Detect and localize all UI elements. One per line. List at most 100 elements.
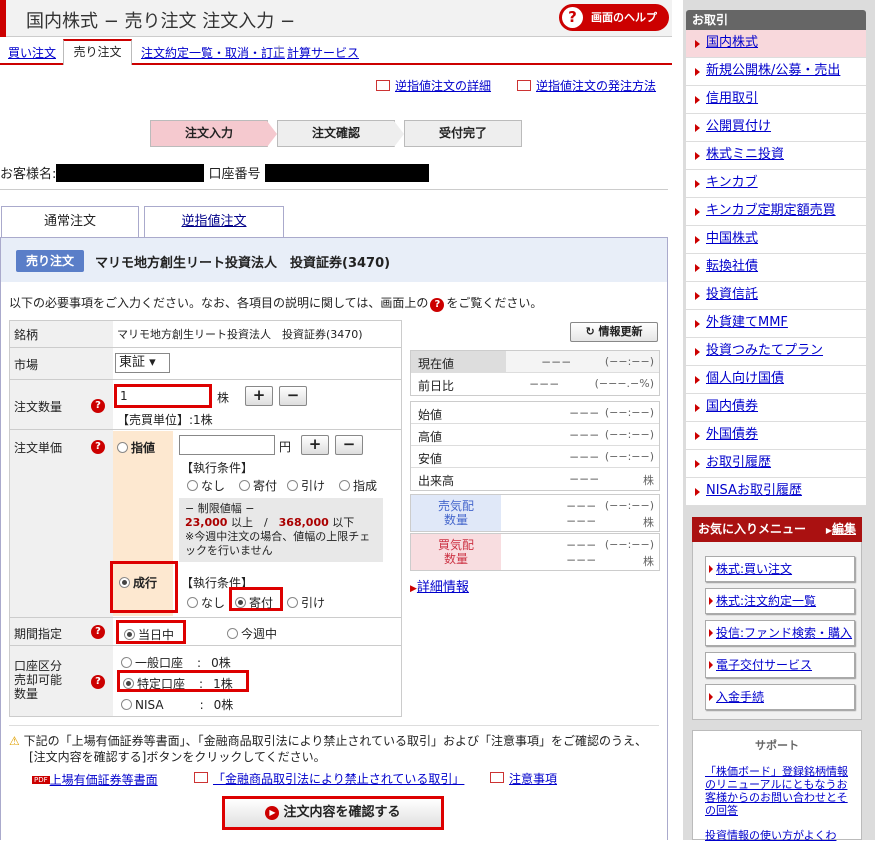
sidebar-item-kinkabu-regular[interactable]: キンカブ定期定額売買 xyxy=(686,198,866,226)
listed-doc-link[interactable]: PDF 上場有価証券等書面 xyxy=(32,771,158,788)
colon: : xyxy=(197,656,202,670)
sell-quote-qty: −−− xyxy=(566,514,597,528)
sidebar-item-domestic-bond[interactable]: 国内債券 xyxy=(686,394,866,422)
sidebar-item-tsumitate[interactable]: 投資つみたてプラン xyxy=(686,338,866,366)
tab-sell-order[interactable]: 売り注文 xyxy=(63,39,132,65)
sidebar-item-kinkabu[interactable]: キンカブ xyxy=(686,170,866,198)
radio-icon xyxy=(117,442,128,453)
market-cond-open-radio[interactable]: 寄付 xyxy=(229,587,283,611)
caution-label[interactable]: 注意事項 xyxy=(509,772,557,786)
reverse-order-howto-label[interactable]: 逆指値注文の発注方法 xyxy=(536,79,656,93)
confirm-order-button[interactable]: ▶ 注文内容を確認する xyxy=(222,796,444,830)
low-label: 安値 xyxy=(418,452,443,466)
low-row: 安値 −−− (−−:−−) xyxy=(411,446,659,468)
tab-normal-order[interactable]: 通常注文 xyxy=(1,206,139,238)
tab-order-list[interactable]: 注文約定一覧・取消・訂正 xyxy=(141,44,285,61)
reverse-order-detail-link[interactable]: 逆指値注文の詳細 xyxy=(376,77,491,94)
window-icon xyxy=(194,772,208,783)
arrow-icon: ▶ xyxy=(410,584,417,594)
help-question-icon[interactable]: ? xyxy=(91,399,105,413)
sidebar-item-margin[interactable]: 信用取引 xyxy=(686,86,866,114)
sidebar-item-foreign-bond[interactable]: 外国債券 xyxy=(686,422,866,450)
reverse-order-detail-label[interactable]: 逆指値注文の詳細 xyxy=(395,79,491,93)
cond-none-radio[interactable]: なし xyxy=(187,477,225,494)
favorites-edit-link[interactable]: ▶編集 xyxy=(826,517,856,543)
account-special-label: 特定口座 xyxy=(137,677,186,691)
account-general-label: 一般口座 xyxy=(135,656,184,670)
tab-buy-order[interactable]: 買い注文 xyxy=(8,44,56,61)
support-link-2[interactable]: 投資情報の使い方がよくわ xyxy=(705,829,855,842)
detail-info-label[interactable]: 詳細情報 xyxy=(417,580,469,595)
listed-doc-label[interactable]: 上場有価証券等書面 xyxy=(50,773,158,787)
step-arrow xyxy=(394,121,404,147)
favorites-header: お気に入りメニュー ▶編集 xyxy=(692,517,862,542)
account-special-radio[interactable]: 特定口座:1株 xyxy=(117,670,249,692)
help-button[interactable]: ? 画面のヘルプ xyxy=(559,4,669,31)
limit-price-input[interactable] xyxy=(179,435,275,455)
sidebar-item-china-stock[interactable]: 中国株式 xyxy=(686,226,866,254)
prohibited-trade-label[interactable]: 「金融商品取引法により禁止されている取引」 xyxy=(213,772,464,786)
tab-reverse-order[interactable]: 逆指値注文 xyxy=(144,206,284,237)
account-nisa-qty: 0株 xyxy=(213,698,234,712)
buy-quote-time: (−−:−−) xyxy=(604,538,654,551)
account-general-radio[interactable]: 一般口座:0株 xyxy=(121,654,231,671)
quantity-minus-button[interactable]: − xyxy=(279,386,307,406)
detail-info-link[interactable]: ▶詳細情報 xyxy=(410,576,469,595)
cond-open-radio[interactable]: 寄付 xyxy=(239,477,277,494)
fav-item-order-list[interactable]: 株式:注文約定一覧 xyxy=(705,588,855,614)
limit-order-radio[interactable]: 指値 xyxy=(117,439,155,456)
sell-quote-label2: 数量 xyxy=(443,513,468,527)
fav-item-e-delivery[interactable]: 電子交付サービス xyxy=(705,652,855,678)
market-select[interactable]: 東証 ▾ xyxy=(115,353,170,373)
sidebar-item-jgb[interactable]: 個人向け国債 xyxy=(686,366,866,394)
reverse-order-howto-link[interactable]: 逆指値注文の発注方法 xyxy=(517,77,656,94)
favorites-edit-label[interactable]: 編集 xyxy=(832,522,856,536)
sidebar-item-fund[interactable]: 投資信託 xyxy=(686,282,866,310)
radio-icon xyxy=(339,480,350,491)
cond-close-radio[interactable]: 引け xyxy=(287,477,325,494)
prohibited-trade-link[interactable]: 「金融商品取引法により禁止されている取引」 xyxy=(194,770,464,787)
sidebar-item-nisa-history[interactable]: NISAお取引履歴 xyxy=(686,478,866,506)
quantity-plus-button[interactable]: + xyxy=(245,386,273,406)
market-order-radio[interactable]: 成行 xyxy=(110,561,178,613)
account-nisa-radio[interactable]: NISA:0株 xyxy=(121,696,233,713)
sidebar-item-mini-stock[interactable]: 株式ミニ投資 xyxy=(686,142,866,170)
quantity-unit: 株 xyxy=(217,391,230,405)
refresh-button[interactable]: ↻ 情報更新 xyxy=(570,322,658,342)
sidebar-item-cb[interactable]: 転換社債 xyxy=(686,254,866,282)
sidebar-item-ipo[interactable]: 新規公開株/公募・売出 xyxy=(686,58,866,86)
period-week-radio[interactable]: 今週中 xyxy=(227,625,277,642)
current-price-value: −−− xyxy=(541,355,572,369)
period-today-radio[interactable]: 当日中 xyxy=(116,620,186,644)
support-link[interactable]: 「株価ボード」登録銘柄情報のリニューアルにともなうお客様からのお問い合わせとその… xyxy=(705,765,855,817)
page-header: 国内株式 − 売り注文 注文入力 − ? 画面のヘルプ xyxy=(0,0,672,37)
market-cond-none-radio[interactable]: なし xyxy=(187,594,225,611)
separator: | xyxy=(277,44,282,58)
sidebar-item-tob[interactable]: 公開買付け xyxy=(686,114,866,142)
fav-item-deposit[interactable]: 入金手続 xyxy=(705,684,855,710)
help-question-icon[interactable]: ? xyxy=(91,675,105,689)
fav-item-fund-search[interactable]: 投信:ファンド検索・購入 xyxy=(705,620,855,646)
trading-unit-note: 【売買単位】:1株 xyxy=(117,413,213,427)
tab-calc-service[interactable]: 計算サービス xyxy=(287,44,359,61)
price-minus-button[interactable]: − xyxy=(335,435,363,455)
cond-sashi-radio[interactable]: 指成 xyxy=(339,477,377,494)
market-cond-close-radio[interactable]: 引け xyxy=(287,594,325,611)
fav-item-buy-order[interactable]: 株式:買い注文 xyxy=(705,556,855,582)
yen-unit: 円 xyxy=(279,440,292,454)
quantity-input[interactable]: 1 xyxy=(114,384,212,408)
sidebar-item-mmf[interactable]: 外貨建てMMF xyxy=(686,310,866,338)
price-range-note: ※今週中注文の場合、値幅の上限チェックを行いません xyxy=(185,530,371,557)
sidebar-item-domestic-stock[interactable]: 国内株式 xyxy=(686,30,866,58)
help-question-icon[interactable]: ? xyxy=(91,625,105,639)
quote-detail-table: 始値 −−− (−−:−−) 高値 −−− (−−:−−) 安値 −−− (−−:−−) 出… xyxy=(410,401,660,491)
open-label: 始値 xyxy=(418,408,443,422)
confirm-order-label: 注文内容を確認する xyxy=(283,805,401,820)
help-question-icon[interactable]: ? xyxy=(91,440,105,454)
current-price-label: 現在値 xyxy=(411,351,506,372)
favorites-title: お気に入りメニュー xyxy=(698,522,807,536)
instructions-text-end: をご覧ください。 xyxy=(446,296,543,310)
caution-link[interactable]: 注意事項 xyxy=(490,770,557,787)
price-plus-button[interactable]: + xyxy=(301,435,329,455)
sidebar-item-history[interactable]: お取引履歴 xyxy=(686,450,866,478)
